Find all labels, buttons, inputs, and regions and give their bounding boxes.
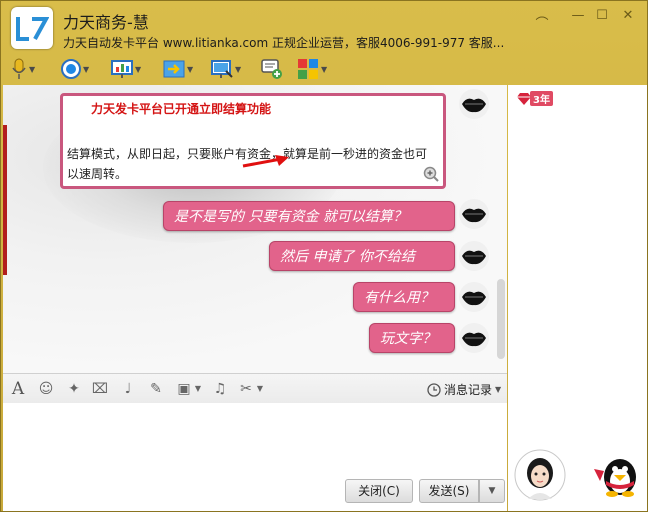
chat-window: 力天商务-慧 力天自动发卡平台 www.litianka.com 正规企业运营，…	[0, 0, 648, 512]
send-options-button[interactable]: ▼	[479, 479, 505, 503]
chevron-down-icon[interactable]: ▼	[235, 65, 243, 74]
clock-icon	[427, 382, 441, 397]
app-logo-icon	[11, 7, 53, 49]
lips-avatar-icon	[462, 98, 486, 113]
add-chat-icon	[261, 59, 282, 79]
apps-grid-icon	[298, 59, 318, 79]
card-title: 力天发卡平台已开通立即结算功能	[91, 102, 272, 116]
history-label: 消息记录	[444, 383, 493, 397]
chevron-down-icon[interactable]: ▼	[29, 65, 37, 74]
contact-signature: 力天自动发卡平台 www.litianka.com 正规企业运营，客服4006-…	[63, 36, 505, 50]
red-arrow-icon	[242, 155, 289, 168]
title-bar[interactable]: 力天商务-慧 力天自动发卡平台 www.litianka.com 正规企业运营，…	[1, 1, 647, 53]
zoom-icon[interactable]	[423, 166, 439, 182]
scissors-icon[interactable]: ✂	[237, 380, 255, 398]
message-text: 玩文字？	[380, 331, 436, 347]
message-text: 是不是写的 只要有资金 就可以结算？	[174, 209, 407, 225]
chevron-down-icon[interactable]: ▼	[83, 65, 91, 74]
contact-name: 力天商务-慧	[63, 13, 149, 32]
add-chat-button[interactable]	[261, 56, 283, 82]
microphone-icon	[12, 58, 26, 79]
screen-share-icon	[111, 60, 133, 78]
avatar[interactable]	[459, 241, 489, 271]
chevron-down-icon[interactable]: ▼	[255, 380, 265, 398]
qq-penguin-icon	[594, 459, 636, 497]
magic-wand-icon[interactable]: ✦	[65, 380, 83, 398]
apps-button[interactable]: ▼	[297, 56, 329, 82]
lips-avatar-icon	[462, 208, 486, 223]
lips-avatar-icon	[462, 332, 486, 347]
video-camera-icon	[61, 59, 81, 79]
voice-call-button[interactable]: ▼	[11, 56, 37, 82]
minimize-button[interactable]: —	[569, 7, 587, 25]
avatar[interactable]	[459, 89, 489, 119]
close-button[interactable]: 关闭(C)	[345, 479, 413, 503]
send-button[interactable]: 发送(S)	[419, 479, 479, 503]
remote-desktop-button[interactable]: ▼	[211, 56, 243, 82]
message-text: 有什么用？	[364, 290, 434, 306]
screen-share-button[interactable]: ▼	[111, 56, 143, 82]
message-bubble: 然后 申请了 你不给结	[269, 241, 455, 271]
music-icon[interactable]: ♫	[211, 380, 229, 398]
transfer-file-button[interactable]: ▼	[163, 56, 195, 82]
background-decoration	[3, 125, 7, 275]
message-bubble: 玩文字？	[369, 323, 455, 353]
skin-button[interactable]: ︵	[533, 7, 551, 25]
chat-history[interactable]: 力天发卡平台已开通立即结算功能 结算模式，从即日起，只要账户有资金，就算是前一秒…	[3, 85, 507, 373]
voice-icon[interactable]: ♩	[119, 380, 137, 398]
message-text: 然后 申请了 你不给结	[280, 249, 415, 265]
image-icon[interactable]: ▣	[175, 380, 193, 398]
lips-avatar-icon	[462, 250, 486, 265]
emoji-icon[interactable]: ☺	[37, 380, 55, 398]
my-avatar-icon[interactable]	[514, 449, 566, 501]
chevron-down-icon: ▼	[495, 385, 502, 394]
screenshot-icon[interactable]: ⌧	[91, 380, 109, 398]
lips-avatar-icon	[462, 291, 486, 306]
remote-desktop-icon	[211, 60, 233, 78]
vip-badge[interactable]: 3年	[516, 91, 553, 106]
message-card: 力天发卡平台已开通立即结算功能 结算模式，从即日起，只要账户有资金，就算是前一秒…	[60, 93, 446, 189]
avatar[interactable]	[459, 282, 489, 312]
edit-icon[interactable]: ✎	[147, 380, 165, 398]
avatar[interactable]	[459, 199, 489, 229]
message-bubble: 有什么用？	[353, 282, 455, 312]
close-window-button[interactable]: ✕	[619, 7, 637, 25]
font-icon[interactable]: A	[9, 380, 27, 398]
input-toolbar: A ☺ ✦ ⌧ ♩ ✎ ▣ ▼ ♫ ✂ ▼ 消息记录 ▼	[3, 373, 507, 403]
chevron-down-icon[interactable]: ▼	[193, 380, 203, 398]
avatar[interactable]	[459, 323, 489, 353]
video-call-button[interactable]: ▼	[61, 56, 91, 82]
maximize-button[interactable]: ☐	[593, 7, 611, 25]
chevron-down-icon[interactable]: ▼	[135, 65, 143, 74]
chevron-down-icon[interactable]: ▼	[187, 65, 195, 74]
vip-years: 3年	[530, 91, 553, 106]
side-panel: 3年	[508, 85, 647, 511]
message-bubble: 是不是写的 只要有资金 就可以结算？	[163, 201, 455, 231]
history-button[interactable]: 消息记录 ▼	[427, 381, 501, 398]
chevron-down-icon[interactable]: ▼	[321, 65, 329, 74]
top-toolbar: ▼ ▼ ▼ ▼ ▼ ▼	[1, 53, 647, 85]
chat-scrollbar-thumb[interactable]	[497, 279, 505, 359]
transfer-file-icon	[163, 60, 185, 78]
